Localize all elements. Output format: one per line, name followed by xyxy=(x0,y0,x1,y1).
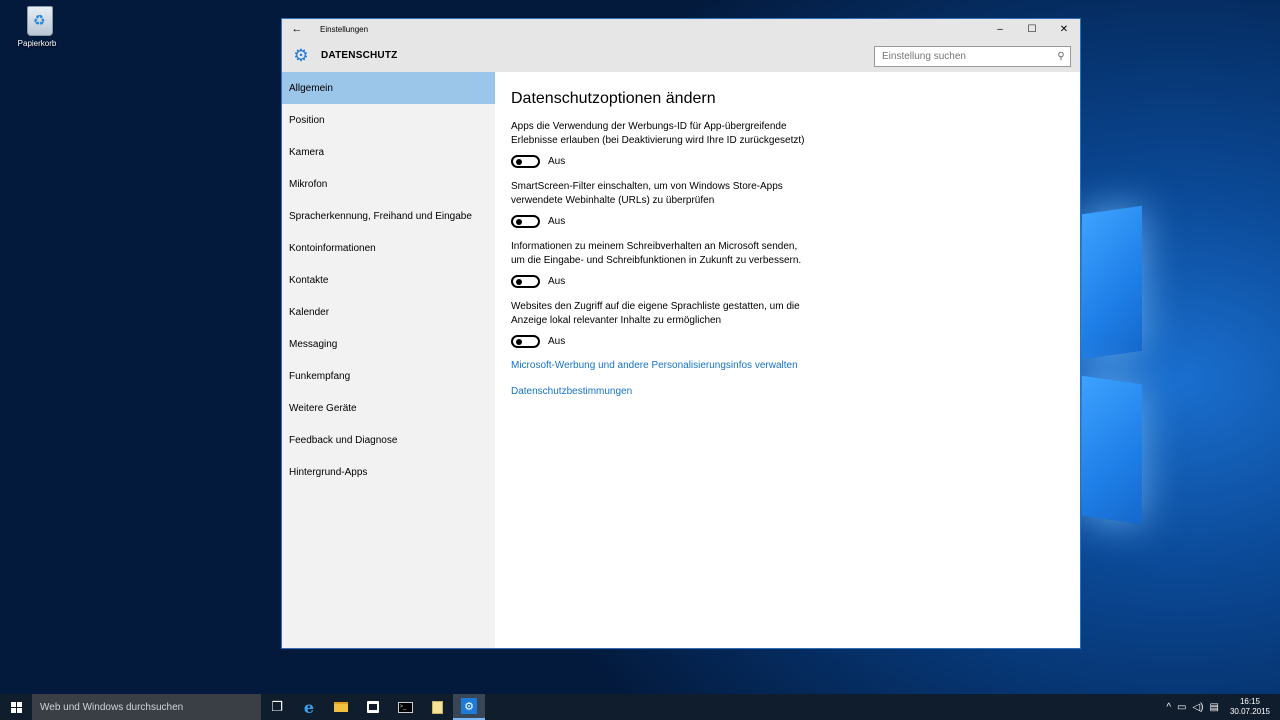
desktop: Papierkorb ← Einstellungen – ☐ ✕ ⚙ DATEN… xyxy=(0,0,1280,694)
sidebar-item-funkempfang[interactable]: Funkempfang xyxy=(282,360,495,392)
clock-time: 16:15 xyxy=(1239,697,1260,706)
sidebar-item-spracherkennung[interactable]: Spracherkennung, Freihand und Eingabe xyxy=(282,200,495,232)
setting-description: Websites den Zugriff auf die eigene Spra… xyxy=(511,301,800,326)
sidebar-item-feedback[interactable]: Feedback und Diagnose xyxy=(282,424,495,456)
minimize-button[interactable]: – xyxy=(984,19,1016,39)
command-prompt-icon[interactable]: >_ xyxy=(389,694,421,720)
advertising-id-toggle[interactable] xyxy=(511,155,540,168)
task-view-icon[interactable]: ❐ xyxy=(261,694,293,720)
recycle-bin[interactable]: Papierkorb xyxy=(18,6,62,48)
chevron-up-icon[interactable]: ^ xyxy=(1166,702,1171,713)
sidebar-item-allgemein[interactable]: Allgemein xyxy=(282,72,495,104)
search-input[interactable] xyxy=(875,51,1052,62)
taskbar-search[interactable]: Web und Windows durchsuchen xyxy=(32,694,261,720)
language-list-toggle[interactable] xyxy=(511,335,540,348)
network-icon[interactable]: ▭ xyxy=(1177,702,1186,713)
recycle-bin-icon xyxy=(27,6,53,36)
setting-smartscreen: SmartScreen-Filter einschalten, um von W… xyxy=(511,180,811,228)
setting-description: SmartScreen-Filter einschalten, um von W… xyxy=(511,181,783,206)
windows-logo-wallpaper xyxy=(1082,180,1280,540)
taskbar: Web und Windows durchsuchen ❐ e >_ ⚙ ^ ▭… xyxy=(0,694,1280,720)
content-heading: Datenschutzoptionen ändern xyxy=(511,90,716,107)
notepad-icon[interactable] xyxy=(421,694,453,720)
sidebar-item-position[interactable]: Position xyxy=(282,104,495,136)
file-explorer-icon[interactable] xyxy=(325,694,357,720)
close-button[interactable]: ✕ xyxy=(1048,19,1080,39)
volume-icon[interactable]: ◁) xyxy=(1192,702,1203,713)
gear-icon: ⚙ xyxy=(293,46,309,65)
sidebar-item-kontoinformationen[interactable]: Kontoinformationen xyxy=(282,232,495,264)
setting-advertising-id: Apps die Verwendung der Werbungs-ID für … xyxy=(511,120,811,168)
store-icon[interactable] xyxy=(357,694,389,720)
edge-icon[interactable]: e xyxy=(293,694,325,720)
setting-description: Apps die Verwendung der Werbungs-ID für … xyxy=(511,121,805,146)
privacy-statement-link[interactable]: Datenschutzbestimmungen xyxy=(511,386,1080,397)
settings-window: ← Einstellungen – ☐ ✕ ⚙ DATENSCHUTZ ⚲ Al… xyxy=(281,18,1081,649)
settings-icon[interactable]: ⚙ xyxy=(453,694,485,720)
clock-date: 30.07.2015 xyxy=(1229,707,1270,716)
sidebar: Allgemein Position Kamera Mikrofon Sprac… xyxy=(282,72,495,648)
sidebar-item-messaging[interactable]: Messaging xyxy=(282,328,495,360)
start-button[interactable] xyxy=(0,694,32,720)
typing-info-toggle[interactable] xyxy=(511,275,540,288)
window-title: Einstellungen xyxy=(320,24,369,34)
clock[interactable]: 16:15 30.07.2015 xyxy=(1230,697,1270,717)
search-icon[interactable]: ⚲ xyxy=(1052,51,1070,62)
sidebar-item-kontakte[interactable]: Kontakte xyxy=(282,264,495,296)
windows-start-icon xyxy=(10,701,22,713)
sidebar-item-weitere-geraete[interactable]: Weitere Geräte xyxy=(282,392,495,424)
page-title: DATENSCHUTZ xyxy=(321,50,398,61)
toggle-state-label: Aus xyxy=(548,336,566,347)
back-arrow-icon: ← xyxy=(291,23,303,35)
settings-search: ⚲ xyxy=(874,46,1071,67)
sidebar-item-kamera[interactable]: Kamera xyxy=(282,136,495,168)
title-bar: ← Einstellungen – ☐ ✕ xyxy=(282,19,1080,39)
advertising-info-link[interactable]: Microsoft-Werbung und andere Personalisi… xyxy=(511,360,1080,371)
back-button[interactable]: ← xyxy=(282,23,312,35)
recycle-bin-label: Papierkorb xyxy=(17,39,57,48)
main-content: Datenschutzoptionen ändern Apps die Verw… xyxy=(495,72,1080,648)
setting-description: Informationen zu meinem Schreibverhalten… xyxy=(511,241,802,266)
sidebar-item-mikrofon[interactable]: Mikrofon xyxy=(282,168,495,200)
setting-typing-info: Informationen zu meinem Schreibverhalten… xyxy=(511,240,811,288)
settings-header: ⚙ DATENSCHUTZ ⚲ xyxy=(282,39,1080,72)
maximize-button[interactable]: ☐ xyxy=(1016,19,1048,39)
sidebar-item-hintergrund-apps[interactable]: Hintergrund-Apps xyxy=(282,456,495,488)
sidebar-item-kalender[interactable]: Kalender xyxy=(282,296,495,328)
smartscreen-toggle[interactable] xyxy=(511,215,540,228)
close-icon: ✕ xyxy=(1059,23,1069,35)
toggle-state-label: Aus xyxy=(548,276,566,287)
toggle-state-label: Aus xyxy=(548,216,566,227)
toggle-state-label: Aus xyxy=(548,156,566,167)
minimize-icon: – xyxy=(997,23,1003,35)
maximize-icon: ☐ xyxy=(1027,23,1037,35)
notification-icon[interactable]: ▤ xyxy=(1210,702,1219,713)
system-tray: ^ ▭ ◁) ▤ 16:15 30.07.2015 xyxy=(1163,694,1280,720)
setting-language-list: Websites den Zugriff auf die eigene Spra… xyxy=(511,300,811,348)
